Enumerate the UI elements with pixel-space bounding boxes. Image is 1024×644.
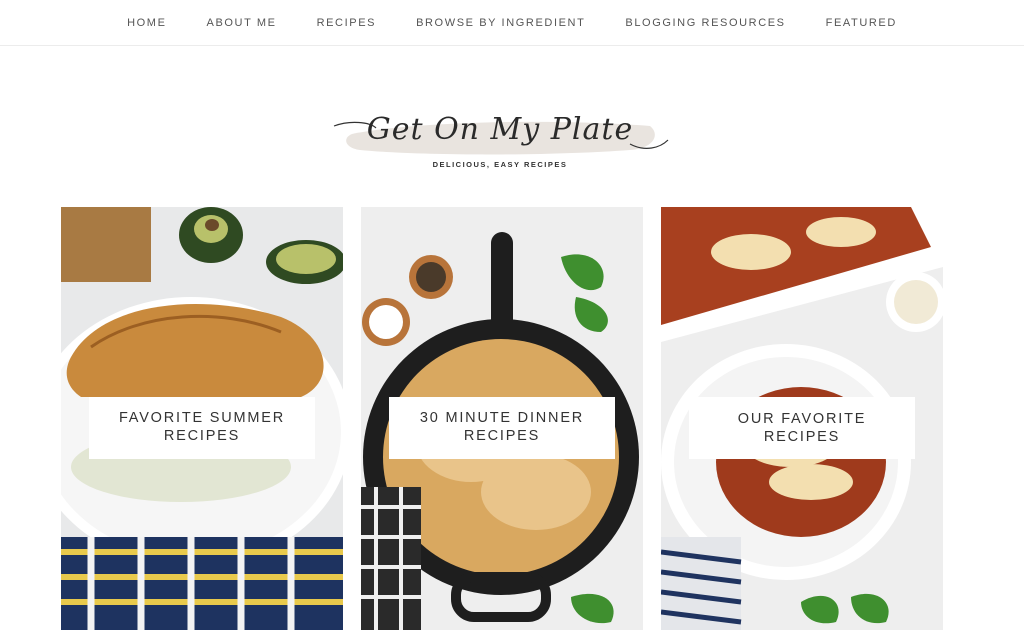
card-our-favorite-recipes[interactable]: OUR FAVORITE RECIPES bbox=[661, 207, 943, 630]
site-logo[interactable]: Get On My Plate DELICIOUS, EASY RECIPES bbox=[330, 104, 670, 176]
logo-tagline: DELICIOUS, EASY RECIPES bbox=[432, 160, 568, 169]
nav-about-me[interactable]: ABOUT ME bbox=[207, 17, 277, 29]
nav-browse-by-ingredient[interactable]: BROWSE BY INGREDIENT bbox=[416, 17, 585, 29]
nav-featured[interactable]: FEATURED bbox=[826, 17, 897, 29]
nav-blogging-resources[interactable]: BLOGGING RESOURCES bbox=[625, 17, 785, 29]
card-30-minute-dinner-recipes[interactable]: 30 MINUTE DINNER RECIPES bbox=[361, 207, 643, 630]
nav-recipes[interactable]: RECIPES bbox=[317, 17, 377, 29]
card-label[interactable]: FAVORITE SUMMER RECIPES bbox=[89, 397, 315, 459]
card-label[interactable]: OUR FAVORITE RECIPES bbox=[689, 397, 915, 459]
logo-script-text: Get On My Plate bbox=[366, 112, 634, 147]
main-nav: HOME ABOUT ME RECIPES BROWSE BY INGREDIE… bbox=[0, 0, 1024, 46]
card-favorite-summer-recipes[interactable]: FAVORITE SUMMER RECIPES bbox=[61, 207, 343, 630]
card-label[interactable]: 30 MINUTE DINNER RECIPES bbox=[389, 397, 615, 459]
nav-home[interactable]: HOME bbox=[127, 17, 166, 29]
